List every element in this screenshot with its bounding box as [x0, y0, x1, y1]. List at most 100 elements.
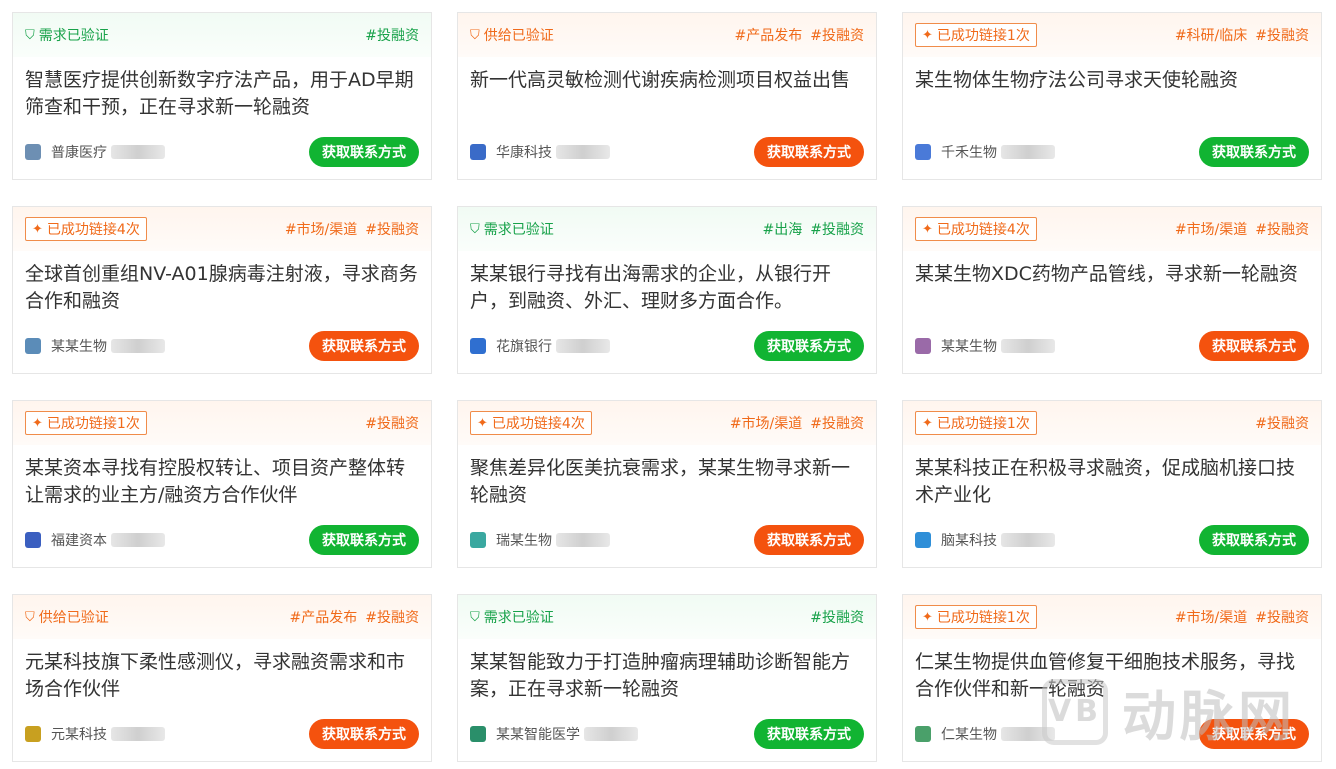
- card-title[interactable]: 元某科技旗下柔性感测仪，寻求融资需求和市场合作伙伴: [13, 649, 431, 703]
- tag[interactable]: #市场/渠道: [1175, 219, 1247, 239]
- card-title[interactable]: 全球首创重组NV-A01腺病毒注射液，寻求商务合作和融资: [13, 261, 431, 315]
- company-info: 元某科技: [25, 724, 165, 744]
- status-badge: ⛉ 供给已验证: [470, 24, 554, 46]
- sparkle-icon: ✦: [477, 415, 488, 431]
- status-badge: ⛉ 需求已验证: [470, 218, 554, 240]
- sparkle-icon: ✦: [922, 609, 933, 625]
- status-badge: ✦ 已成功链接1次: [25, 411, 147, 435]
- status-badge-label: 供给已验证: [38, 610, 109, 626]
- project-card[interactable]: ✦ 已成功链接4次 #市场/渠道 #投融资 聚焦差异化医美抗衰需求，某某生物寻求新一轮融…: [457, 400, 877, 568]
- tag[interactable]: #市场/渠道: [285, 219, 357, 239]
- project-card[interactable]: ✦ 已成功链接4次 #市场/渠道 #投融资全球首创重组NV-A01腺病毒注射液，寻求商…: [12, 206, 432, 374]
- tag[interactable]: #科研/临床: [1175, 25, 1247, 45]
- get-contact-button[interactable]: 获取联系方式: [754, 137, 864, 167]
- tag[interactable]: #投融资: [1255, 607, 1309, 627]
- card-title[interactable]: 新一代高灵敏检测代谢疾病检测项目权益出售: [458, 67, 876, 121]
- tag[interactable]: #出海: [763, 219, 803, 239]
- card-title[interactable]: 某某银行寻找有出海需求的企业，从银行开户，到融资、外汇、理财多方面合作。: [458, 261, 876, 315]
- project-card[interactable]: ⛉ 需求已验证 #出海 #投融资某某银行寻找有出海需求的企业，从银行开户，到融资、外汇…: [457, 206, 877, 374]
- tag[interactable]: #投融资: [1255, 25, 1309, 45]
- tag-list: #市场/渠道 #投融资: [285, 219, 419, 239]
- sparkle-icon: ✦: [32, 415, 43, 431]
- status-badge: ✦ 已成功链接4次: [25, 217, 147, 241]
- tag[interactable]: #投融资: [810, 25, 864, 45]
- project-card[interactable]: ✦ 已成功链接1次 #科研/临床 #投融资 某生物体生物疗法公司寻求天使轮融资 千禾生物 获…: [902, 12, 1322, 180]
- project-card[interactable]: ⛉ 需求已验证 #投融资某某智能致力于打造肿瘤病理辅助诊断智能方案，正在寻求新一轮融…: [457, 594, 877, 762]
- tag[interactable]: #投融资: [365, 219, 419, 239]
- tag[interactable]: #投融资: [810, 219, 864, 239]
- card-title[interactable]: 某某资本寻找有控股权转让、项目资产整体转让需求的业主方/融资方合作伙伴: [13, 455, 431, 509]
- project-card[interactable]: ⛉ 供给已验证 #产品发布 #投融资新一代高灵敏检测代谢疾病检测项目权益出售华康科技 获…: [457, 12, 877, 180]
- project-card[interactable]: ✦ 已成功链接4次 #市场/渠道 #投融资 某某生物XDC药物产品管线，寻求新一轮融资某…: [902, 206, 1322, 374]
- card-footer: 华康科技 获取联系方式: [470, 137, 864, 167]
- redaction-blur: [111, 145, 165, 159]
- card-title[interactable]: 智慧医疗提供创新数字疗法产品，用于AD早期筛查和干预，正在寻求新一轮融资: [13, 67, 431, 121]
- get-contact-button[interactable]: 获取联系方式: [309, 719, 419, 749]
- get-contact-button[interactable]: 获取联系方式: [1199, 525, 1309, 555]
- get-contact-button[interactable]: 获取联系方式: [1199, 331, 1309, 361]
- tag[interactable]: #市场/渠道: [1175, 607, 1247, 627]
- company-logo: [915, 532, 931, 548]
- watermark-text: 动脉网: [1122, 685, 1296, 748]
- card-header: ✦ 已成功链接4次 #市场/渠道 #投融资: [13, 207, 431, 251]
- card-title[interactable]: 某生物体生物疗法公司寻求天使轮融资: [903, 67, 1321, 121]
- project-card[interactable]: ✦ 已成功链接1次 #投融资某某资本寻找有控股权转让、项目资产整体转让需求的业主方/…: [12, 400, 432, 568]
- card-footer: 千禾生物 获取联系方式: [915, 137, 1309, 167]
- card-header: ✦ 已成功链接4次 #市场/渠道 #投融资: [458, 401, 876, 445]
- company-name: 某某智能医学: [496, 727, 580, 743]
- company-logo: [25, 144, 41, 160]
- get-contact-button[interactable]: 获取联系方式: [309, 525, 419, 555]
- status-badge: ⛉ 需求已验证: [470, 606, 554, 628]
- company-info: 福建资本: [25, 530, 165, 550]
- card-header: ✦ 已成功链接1次 #投融资: [903, 401, 1321, 445]
- tag-list: #市场/渠道 #投融资: [1175, 219, 1309, 239]
- shield-check-icon: ⛉: [470, 221, 480, 237]
- tag[interactable]: #投融资: [1255, 413, 1309, 433]
- card-footer: 瑞某生物 获取联系方式: [470, 525, 864, 555]
- company-name: 仁某生物: [941, 727, 997, 743]
- get-contact-button[interactable]: 获取联系方式: [754, 331, 864, 361]
- company-name: 福建资本: [51, 533, 107, 549]
- sparkle-icon: ✦: [922, 415, 933, 431]
- project-card[interactable]: ✦ 已成功链接1次 #投融资 某某科技正在积极寻求融资，促成脑机接口技术产业化 脑某科技…: [902, 400, 1322, 568]
- company-name: 元某科技: [51, 727, 107, 743]
- company-info: 华康科技: [470, 142, 610, 162]
- tag[interactable]: #投融资: [810, 413, 864, 433]
- tag[interactable]: #产品发布: [735, 25, 803, 45]
- status-badge-label: 已成功链接4次: [46, 222, 140, 238]
- card-title[interactable]: 某某智能致力于打造肿瘤病理辅助诊断智能方案，正在寻求新一轮融资: [458, 649, 876, 703]
- tag[interactable]: #投融资: [365, 607, 419, 627]
- company-logo: [470, 532, 486, 548]
- tag[interactable]: #投融资: [1255, 219, 1309, 239]
- get-contact-button[interactable]: 获取联系方式: [754, 719, 864, 749]
- tag-list: #产品发布 #投融资: [735, 25, 864, 45]
- status-badge-label: 已成功链接1次: [46, 416, 140, 432]
- status-badge-label: 需求已验证: [483, 222, 554, 238]
- company-logo: [915, 144, 931, 160]
- tag[interactable]: #市场/渠道: [730, 413, 802, 433]
- tag[interactable]: #投融资: [365, 413, 419, 433]
- status-badge-label: 供给已验证: [483, 28, 554, 44]
- card-title[interactable]: 某某生物XDC药物产品管线，寻求新一轮融资: [903, 261, 1321, 315]
- tag[interactable]: #产品发布: [290, 607, 358, 627]
- card-title[interactable]: 某某科技正在积极寻求融资，促成脑机接口技术产业化: [903, 455, 1321, 509]
- tag[interactable]: #投融资: [810, 607, 864, 627]
- get-contact-button[interactable]: 获取联系方式: [309, 137, 419, 167]
- company-logo: [25, 338, 41, 354]
- company-info: 某某生物: [25, 336, 165, 356]
- get-contact-button[interactable]: 获取联系方式: [1199, 137, 1309, 167]
- tag-list: #投融资: [365, 413, 419, 433]
- company-info: 普康医疗: [25, 142, 165, 162]
- watermark-logo: VB: [1042, 678, 1108, 745]
- get-contact-button[interactable]: 获取联系方式: [754, 525, 864, 555]
- card-title[interactable]: 聚焦差异化医美抗衰需求，某某生物寻求新一轮融资: [458, 455, 876, 509]
- company-name: 普康医疗: [51, 145, 107, 161]
- project-card[interactable]: ⛉ 供给已验证 #产品发布 #投融资 元某科技旗下柔性感测仪，寻求融资需求和市场合作伙伴…: [12, 594, 432, 762]
- company-info: 仁某生物: [915, 724, 1055, 744]
- card-header: ✦ 已成功链接1次 #科研/临床 #投融资: [903, 13, 1321, 57]
- tag[interactable]: #投融资: [365, 25, 419, 45]
- project-card[interactable]: ⛉ 需求已验证 #投融资 智慧医疗提供创新数字疗法产品，用于AD早期筛查和干预，正在寻…: [12, 12, 432, 180]
- status-badge-label: 需求已验证: [38, 28, 109, 44]
- get-contact-button[interactable]: 获取联系方式: [309, 331, 419, 361]
- sparkle-icon: ✦: [32, 221, 43, 237]
